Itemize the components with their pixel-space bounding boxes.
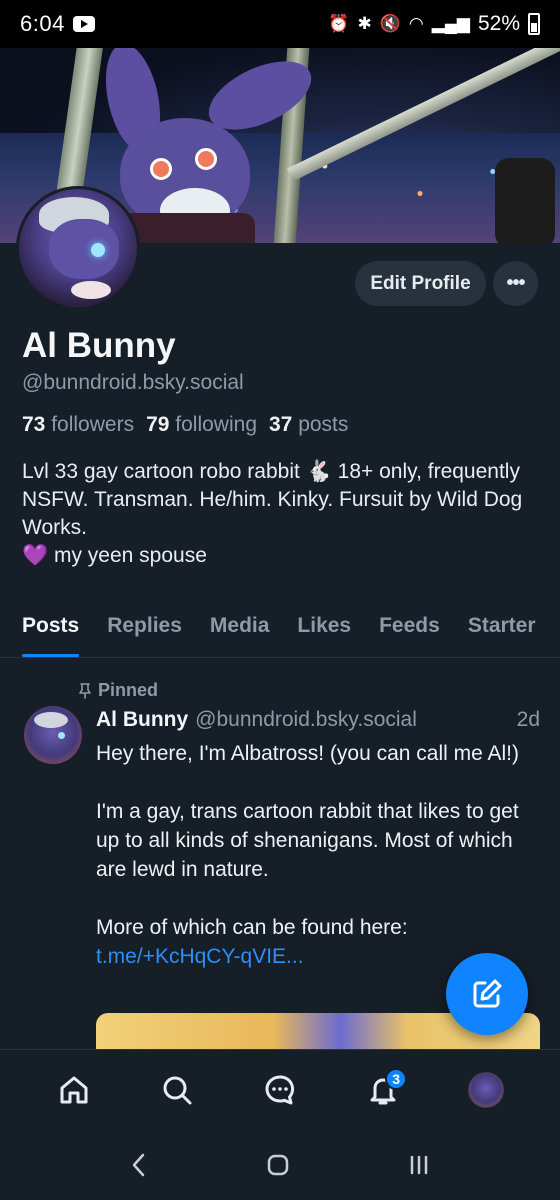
post-body[interactable]: Hey there, I'm Albatross! (you can call … [96,739,536,971]
tab-replies[interactable]: Replies [107,596,182,657]
banner-bunny-eye [150,158,172,180]
banner-bunny-eye [195,148,217,170]
following-label: following [175,413,257,436]
post-paragraph: More of which can be found here: [96,916,408,939]
posts-label: posts [298,413,349,436]
compose-button[interactable] [446,953,528,1035]
nav-notifications[interactable]: 3 [359,1066,408,1114]
status-bar: 6:04 ⏰ ✱ 🔇 ◠ ▂▄▆ 52% [0,0,560,48]
post-author-handle[interactable]: @bunndroid.bsky.social [195,708,417,732]
post-paragraph: I'm a gay, trans cartoon rabbit that lik… [96,800,519,881]
alarm-icon: ⏰ [328,14,350,33]
avatar-eye [91,243,105,257]
profile-handle: @bunndroid.bsky.social [22,371,244,394]
home-icon [60,1076,88,1103]
avatar-mouth [71,281,111,299]
status-time: 6:04 [20,11,65,36]
tab-likes[interactable]: Likes [297,596,351,657]
avatar-face [49,219,119,279]
following-count: 79 [146,413,170,436]
pinned-label: Pinned [98,680,159,700]
search-icon [163,1076,192,1104]
system-navigation-bar [0,1129,560,1200]
profile-bio: Lvl 33 gay cartoon robo rabbit 🐇 18+ onl… [22,458,542,570]
nav-chat[interactable] [256,1066,304,1114]
followers-link[interactable]: 73 followers [22,413,134,437]
profile-stats: 73 followers 79 following 37 posts [22,413,348,437]
pin-icon [79,682,91,699]
signal-icon: ▂▄▆ [431,14,470,33]
profile-tabs: Posts Replies Media Likes Feeds Starter [0,596,560,658]
nav-profile[interactable] [462,1066,510,1114]
posts-stat: 37 posts [269,413,348,437]
post-header: Al Bunny @bunndroid.bsky.social 2d [96,708,540,732]
banner-camera [495,158,555,243]
battery-percent: 52% [477,12,520,35]
chat-icon [265,1075,295,1104]
home-button-icon[interactable] [266,1153,290,1177]
following-link[interactable]: 79 following [146,413,257,437]
nav-home[interactable] [50,1066,98,1114]
followers-count: 73 [22,413,46,436]
post-author-name[interactable]: Al Bunny [96,708,188,732]
wifi-icon: ◠ [408,14,424,33]
profile-avatar-small [468,1071,505,1108]
post-paragraph: Hey there, I'm Albatross! (you can call … [96,742,520,765]
tab-media[interactable]: Media [210,596,270,657]
pinned-indicator: Pinned [78,680,158,701]
status-icons: ⏰ ✱ 🔇 ◠ ▂▄▆ 52% [328,12,540,36]
profile-display-name: Al Bunny [22,326,176,365]
more-options-button[interactable]: ••• [493,261,538,306]
avatar-eye [58,732,65,739]
post-timestamp[interactable]: 2d [517,708,540,732]
profile-avatar[interactable] [16,186,140,310]
bio-line: 💜 my yeen spouse [22,544,207,567]
avatar-hair [34,712,68,728]
compose-icon [473,979,502,1008]
tab-starter[interactable]: Starter [468,596,536,657]
followers-label: followers [51,413,135,436]
post-link[interactable]: t.me/+KcHqCY-qVIE... [96,945,304,968]
posts-count: 37 [269,413,293,436]
battery-icon [528,13,540,35]
edit-profile-button[interactable]: Edit Profile [355,261,486,306]
bio-line: Lvl 33 gay cartoon robo rabbit 🐇 18+ onl… [22,460,523,539]
mute-icon: 🔇 [379,14,401,33]
back-icon[interactable] [129,1152,149,1178]
notification-badge: 3 [385,1067,408,1090]
tab-feeds[interactable]: Feeds [379,596,440,657]
nav-search[interactable] [153,1066,201,1114]
bluetooth-icon: ✱ [357,14,372,33]
tab-posts[interactable]: Posts [22,596,80,657]
post-author-avatar[interactable] [24,706,82,764]
bottom-navigation: 3 [0,1049,560,1129]
recent-apps-icon[interactable] [407,1153,431,1177]
youtube-icon [72,16,95,32]
